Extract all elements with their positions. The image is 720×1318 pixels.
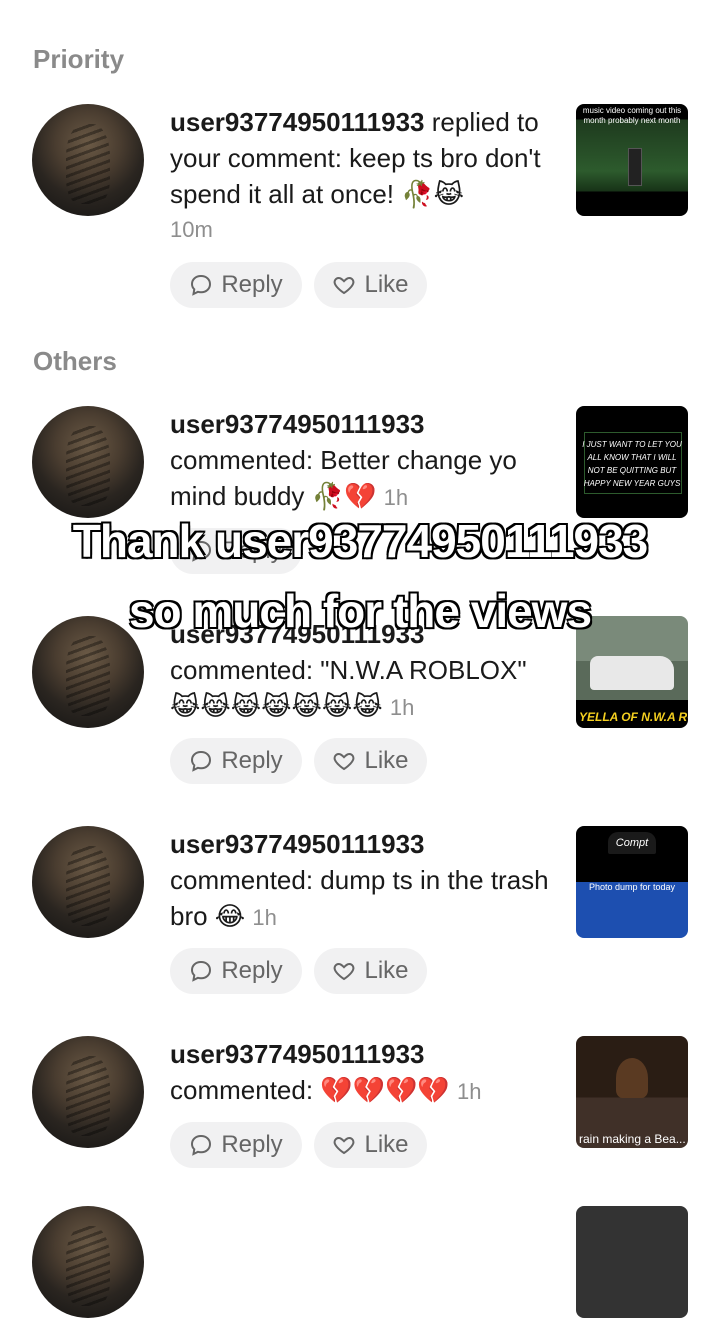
reply-label: Reply	[221, 747, 283, 774]
like-label: Like	[364, 957, 409, 984]
notification-message: commented: "N.W.A ROBLOX" 😹😹😹😹😹😹😹	[170, 655, 527, 721]
reply-label: Reply	[221, 1131, 283, 1158]
timestamp: 1h	[389, 695, 415, 720]
video-thumbnail[interactable]	[576, 1206, 688, 1318]
thumbnail-caption: YELLA OF N.W.A RO	[579, 710, 688, 724]
like-label: Like	[364, 271, 409, 298]
reply-button[interactable]: Reply	[170, 738, 302, 784]
thumbnail-figure	[628, 148, 642, 186]
avatar[interactable]	[32, 1036, 144, 1148]
username[interactable]: user93774950111933	[170, 829, 425, 859]
reply-label: Reply	[221, 957, 283, 984]
video-thumbnail[interactable]: Compt Photo dump for today	[576, 826, 688, 938]
video-thumbnail[interactable]: music video coming out this month probab…	[576, 104, 688, 216]
heart-icon	[334, 1136, 355, 1155]
thumbnail-figure	[616, 1058, 648, 1098]
avatar[interactable]	[32, 826, 144, 938]
notification-text[interactable]: user93774950111933 commented: dump ts in…	[170, 826, 560, 936]
thumbnail-cap: Compt	[608, 832, 656, 854]
timestamp: 1h	[457, 1079, 482, 1104]
section-label-priority: Priority	[33, 44, 125, 74]
section-label-others: Others	[33, 346, 117, 376]
username[interactable]: user93774950111933	[170, 1039, 425, 1069]
like-label: Like	[364, 1131, 409, 1158]
thumbnail-car	[590, 656, 674, 690]
reply-bubble-icon	[191, 750, 212, 772]
reply-bubble-icon	[191, 274, 212, 296]
like-button[interactable]: Like	[314, 262, 427, 308]
notification-message: commented: Better change yo mind buddy 🥀…	[170, 445, 517, 511]
username[interactable]: user93774950111933	[170, 409, 425, 439]
thumbnail-caption: I JUST WANT TO LET YOU ALL KNOW THAT I W…	[582, 440, 682, 488]
like-button[interactable]: Like	[314, 738, 427, 784]
like-button[interactable]: Like	[314, 948, 427, 994]
video-thumbnail[interactable]: I JUST WANT TO LET YOU ALL KNOW THAT I W…	[576, 406, 688, 518]
avatar[interactable]	[32, 1206, 144, 1318]
overlay-caption: Thank user93774950111933 so much for the…	[72, 514, 650, 638]
notification-text[interactable]: user93774950111933 commented: Better cha…	[170, 406, 560, 516]
timestamp: 1h	[252, 905, 277, 930]
avatar[interactable]	[32, 104, 144, 216]
notification-text[interactable]: user93774950111933 replied to your comme…	[170, 104, 560, 248]
timestamp: 10m	[170, 217, 213, 242]
avatar[interactable]	[32, 406, 144, 518]
reply-label: Reply	[221, 271, 283, 298]
video-thumbnail[interactable]: rain making a Bea... izz my black AZZ	[576, 1036, 688, 1148]
heart-icon	[334, 276, 355, 295]
notification-message: commented: dump ts in the trash bro 😂	[170, 865, 549, 931]
thumbnail-caption: music video coming out this month probab…	[582, 106, 682, 125]
reply-button[interactable]: Reply	[170, 948, 302, 994]
thumbnail-caption: rain making a Bea... izz my black AZZ	[579, 1133, 688, 1146]
like-label: Like	[364, 747, 409, 774]
username[interactable]: user93774950111933	[170, 107, 425, 137]
heart-icon	[334, 752, 355, 771]
like-button[interactable]: Like	[314, 1122, 427, 1168]
reply-bubble-icon	[191, 960, 212, 982]
reply-bubble-icon	[191, 1134, 212, 1156]
heart-icon	[334, 962, 355, 981]
notification-text[interactable]: user93774950111933 commented: 💔💔💔💔 1h	[170, 1036, 560, 1110]
reply-button[interactable]: Reply	[170, 262, 302, 308]
notification-message: commented: 💔💔💔💔	[170, 1075, 450, 1105]
reply-button[interactable]: Reply	[170, 1122, 302, 1168]
thumbnail-caption: Photo dump for today	[588, 882, 676, 892]
